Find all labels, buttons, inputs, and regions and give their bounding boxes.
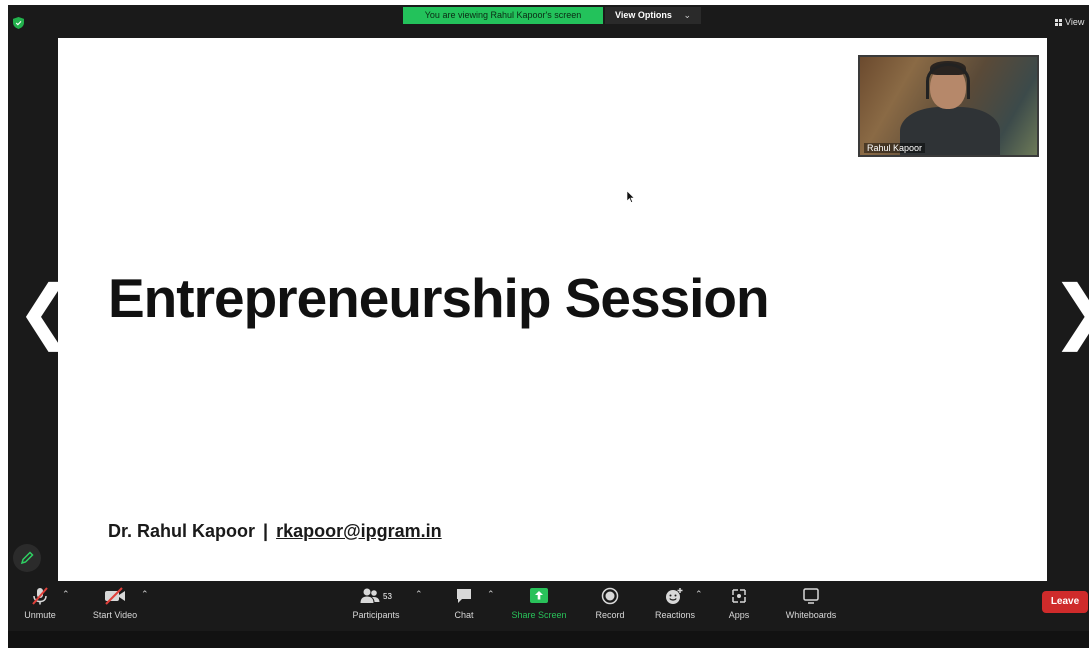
participants-icon: [360, 588, 380, 603]
mouse-cursor-icon: [627, 191, 635, 203]
bottom-strip: [8, 631, 1089, 648]
whiteboards-label: Whiteboards: [785, 610, 837, 620]
start-video-label: Start Video: [92, 610, 138, 620]
reactions-emoji-icon: [666, 588, 683, 604]
separator: |: [263, 521, 269, 541]
shared-screen: Entrepreneurship Session Dr. Rahul Kapoo…: [58, 38, 1047, 581]
reactions-label: Reactions: [654, 610, 696, 620]
apps-button[interactable]: Apps: [724, 585, 754, 620]
speaker-video-thumbnail[interactable]: Rahul Kapoor: [858, 55, 1039, 157]
reactions-button[interactable]: Reactions: [651, 585, 699, 620]
view-label: View: [1065, 17, 1085, 27]
share-screen-button[interactable]: Share Screen: [508, 585, 570, 620]
top-bar: You are viewing Rahul Kapoor's screen Vi…: [8, 5, 1089, 38]
participants-button[interactable]: 53 Participants: [348, 585, 404, 620]
share-screen-label: Share Screen: [511, 610, 567, 620]
share-screen-icon: [530, 588, 548, 603]
pencil-icon: [20, 551, 34, 565]
whiteboards-button[interactable]: Whiteboards: [780, 585, 842, 620]
grid-view-icon: [1055, 19, 1062, 26]
whiteboard-icon: [803, 588, 819, 604]
chat-label: Chat: [454, 610, 474, 620]
presenter-email: rkapoor@ipgram.in: [276, 521, 442, 541]
leave-button[interactable]: Leave: [1042, 591, 1088, 613]
video-options-caret-icon[interactable]: ⌃: [141, 589, 149, 600]
viewing-screen-banner: You are viewing Rahul Kapoor's screen: [403, 7, 603, 24]
muted-microphone-icon: [32, 587, 48, 605]
chat-caret-icon[interactable]: ⌃: [487, 589, 495, 600]
zoom-meeting-window: You are viewing Rahul Kapoor's screen Vi…: [8, 5, 1089, 648]
view-options-label: View Options: [615, 10, 672, 20]
record-button[interactable]: Record: [592, 585, 628, 620]
view-button[interactable]: View: [1055, 17, 1084, 27]
chat-bubble-icon: [457, 589, 471, 603]
previous-page-arrow-icon[interactable]: ❮: [16, 276, 75, 346]
reactions-caret-icon[interactable]: ⌃: [695, 589, 703, 600]
view-options-button[interactable]: View Options ⌄: [605, 7, 701, 24]
security-shield-icon[interactable]: [13, 17, 24, 29]
participants-caret-icon[interactable]: ⌃: [415, 589, 423, 600]
presenter-name: Dr. Rahul Kapoor: [108, 521, 256, 541]
headset-icon: [926, 63, 970, 99]
speaker-name-label: Rahul Kapoor: [864, 143, 926, 153]
participants-label: Participants: [352, 610, 400, 620]
apps-label: Apps: [728, 610, 750, 620]
start-video-button[interactable]: Start Video: [88, 585, 142, 620]
slide-title: Entrepreneurship Session: [108, 267, 770, 329]
next-page-arrow-icon[interactable]: ❯: [1051, 276, 1089, 346]
unmute-button[interactable]: Unmute: [18, 585, 62, 620]
record-icon: [601, 587, 619, 605]
apps-icon: [732, 589, 746, 603]
chevron-down-icon: ⌄: [683, 10, 691, 20]
meeting-toolbar: Unmute ⌃ Start Video ⌃ 53 Participants ⌃…: [8, 581, 1089, 631]
slide-footer: Dr. Rahul Kapoor | rkapoor@ipgram.in: [108, 521, 442, 542]
audio-options-caret-icon[interactable]: ⌃: [62, 589, 70, 600]
annotate-button[interactable]: [13, 544, 41, 572]
chat-button[interactable]: Chat: [448, 585, 480, 620]
participants-count: 53: [383, 591, 392, 601]
unmute-label: Unmute: [24, 610, 56, 620]
video-off-icon: [105, 587, 125, 605]
record-label: Record: [595, 610, 625, 620]
